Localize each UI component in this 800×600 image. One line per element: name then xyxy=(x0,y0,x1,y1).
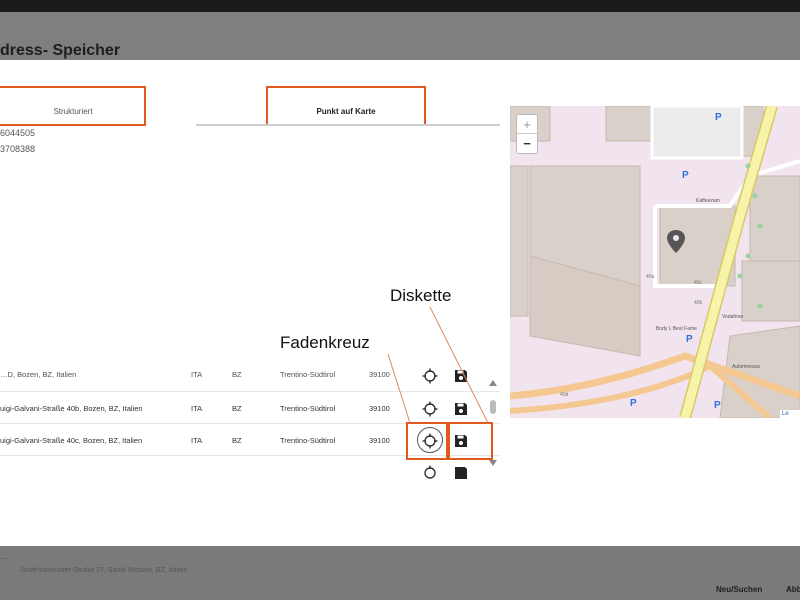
zip-cell: 39100 xyxy=(369,370,390,379)
map-label-40c: 40c xyxy=(694,280,703,286)
floppy-disk-icon[interactable] xyxy=(453,401,469,417)
country-cell: ITA xyxy=(191,436,203,445)
highlight-box-diskette xyxy=(448,422,493,460)
page-title: dress- Speicher xyxy=(0,42,121,59)
top-bar xyxy=(0,0,800,12)
svg-text:P: P xyxy=(682,170,689,181)
svg-text:P: P xyxy=(630,398,637,409)
region-cell: Trentino-Südtirol xyxy=(280,404,336,413)
crosshair-icon[interactable] xyxy=(422,368,438,384)
province-cell: BZ xyxy=(232,436,242,445)
zoom-in-button[interactable]: + xyxy=(517,115,537,134)
svg-text:P: P xyxy=(714,400,721,411)
new-search-button[interactable]: Neu/Suchen xyxy=(716,585,762,594)
address-dialog: Strukturiert Punkt auf Karte 6044505 370… xyxy=(0,60,800,546)
province-cell: BZ xyxy=(232,404,242,413)
callout-label-diskette: Diskette xyxy=(390,286,452,305)
highlight-box-tab-map xyxy=(266,86,426,126)
floppy-disk-icon[interactable] xyxy=(453,465,469,481)
region-cell: Trentino-Südtirol xyxy=(280,436,336,445)
map-attribution[interactable]: Le xyxy=(780,410,800,418)
highlight-box-crosshair xyxy=(406,422,448,460)
callout-label-fadenkreuz: Fadenkreuz xyxy=(280,333,370,352)
country-cell: ITA xyxy=(191,404,203,413)
table-row[interactable]: uigi-Galvani-Straße 40b, Bozen, BZ, Ital… xyxy=(0,392,500,424)
svg-text:P: P xyxy=(715,112,722,123)
region-cell: Trentino-Südtirol xyxy=(280,370,336,379)
map-label-40a: 40a xyxy=(646,274,655,280)
coordinate-longitude: 3708388 xyxy=(0,144,36,154)
map-label-kaffee: Kaffeezam xyxy=(696,198,720,204)
table-row[interactable] xyxy=(0,458,500,481)
table-row[interactable]: …D, Bozen, BZ, Italien ITA BZ Trentino-S… xyxy=(0,362,500,392)
map-canvas[interactable]: P P P P P P Kaffeezam Body L Best Fame V… xyxy=(510,106,800,418)
map-zoom-control: + − xyxy=(516,114,538,154)
cancel-button[interactable]: Abb xyxy=(786,585,800,594)
map-label-40d: 40d xyxy=(560,392,569,398)
map-label-auto: Autorimessa xyxy=(732,364,760,370)
map-view[interactable]: P P P P P P Kaffeezam Body L Best Fame V… xyxy=(510,106,800,418)
map-label-40b: 40b xyxy=(694,300,703,306)
map-label-vodafone: Vodafone xyxy=(722,314,743,320)
address-cell: …D, Bozen, BZ, Italien xyxy=(0,370,77,379)
country-cell: ITA xyxy=(191,370,203,379)
address-cell: uigi-Galvani-Straße 40b, Bozen, BZ, Ital… xyxy=(0,404,143,413)
scrollbar-thumb[interactable] xyxy=(490,400,496,414)
scroll-down-arrow-icon[interactable] xyxy=(489,460,497,466)
parking-lot xyxy=(650,106,744,160)
background-list-item-title: … xyxy=(0,552,8,561)
svg-text:P: P xyxy=(686,334,693,345)
tab-underline xyxy=(196,124,500,126)
building xyxy=(510,165,529,317)
floppy-disk-icon[interactable] xyxy=(453,368,469,384)
zip-cell: 39100 xyxy=(369,436,390,445)
building xyxy=(741,260,800,322)
coordinate-latitude: 6044505 xyxy=(0,128,36,138)
zip-cell: 39100 xyxy=(369,404,390,413)
crosshair-icon[interactable] xyxy=(422,401,438,417)
background-list-item-address: Josef-Innerhofer-Straße 27, Sankt Michae… xyxy=(20,567,188,574)
map-label-body: Body L Best Fame xyxy=(656,326,697,332)
address-cell: uigi-Galvani-Straße 40c, Bozen, BZ, Ital… xyxy=(0,436,143,445)
crosshair-icon[interactable] xyxy=(422,465,438,481)
province-cell: BZ xyxy=(232,370,242,379)
scroll-up-arrow-icon[interactable] xyxy=(489,380,497,386)
highlight-box-tab-structured xyxy=(0,86,146,126)
zoom-out-button[interactable]: − xyxy=(517,134,537,153)
building xyxy=(749,175,800,267)
